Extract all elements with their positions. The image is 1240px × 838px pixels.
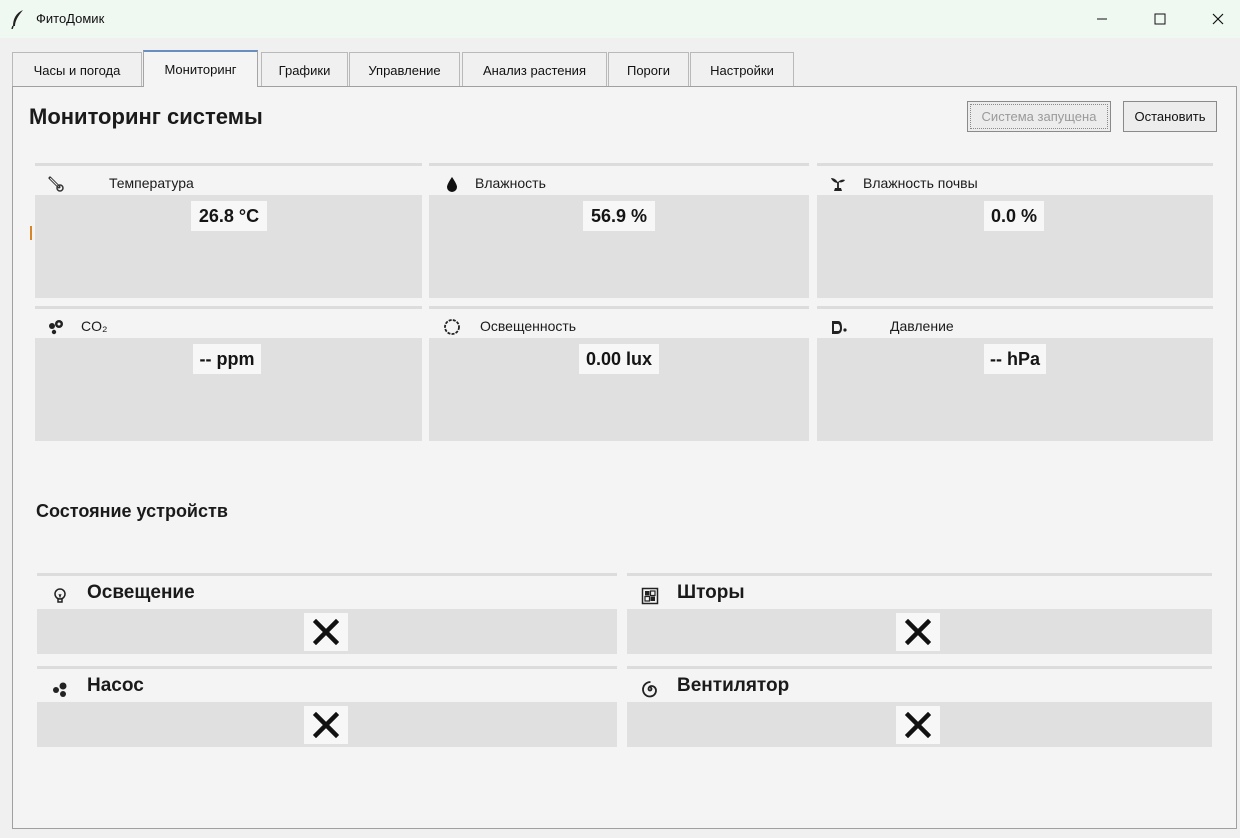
tab-clock-weather[interactable]: Часы и погода — [12, 52, 142, 87]
sensor-body: 56.9 % — [429, 195, 809, 298]
sensor-value: 56.9 % — [583, 201, 655, 231]
off-cross-icon — [905, 619, 931, 645]
device-header: Освещение — [37, 573, 617, 609]
device-state-toggle[interactable] — [896, 613, 940, 651]
sensor-card-soil-moisture: Влажность почвы 0.0 % — [817, 163, 1213, 298]
sensor-label: Температура — [109, 175, 194, 191]
sensor-value: 0.0 % — [984, 201, 1044, 231]
minimize-button[interactable] — [1073, 0, 1131, 38]
pump-icon — [53, 682, 67, 697]
focus-marker — [30, 226, 32, 240]
gauge-icon — [832, 321, 847, 334]
sensor-header: Освещенность — [429, 306, 809, 338]
sensor-label: CO₂ — [81, 318, 108, 334]
off-cross-icon — [905, 712, 931, 738]
sensor-header: Давление — [817, 306, 1213, 338]
close-button[interactable] — [1189, 0, 1240, 38]
off-cross-icon — [313, 619, 339, 645]
device-body — [37, 702, 617, 747]
tab-plant-analysis[interactable]: Анализ растения — [462, 52, 607, 87]
system-status-button[interactable]: Система запущена — [967, 101, 1111, 132]
device-header: Насос — [37, 666, 617, 702]
sensor-card-illuminance: Освещенность 0.00 lux — [429, 306, 809, 441]
device-label: Насос — [87, 675, 144, 696]
sensor-label: Освещенность — [480, 318, 577, 334]
device-state-toggle[interactable] — [896, 706, 940, 744]
sensor-header: Температура — [35, 163, 422, 195]
stop-button[interactable]: Остановить — [1123, 101, 1217, 132]
window-title: ФитоДомик — [36, 11, 105, 26]
device-header: Вентилятор — [627, 666, 1212, 702]
device-card-lighting: Освещение — [37, 573, 617, 655]
sensor-body: 0.00 lux — [429, 338, 809, 441]
sensor-label: Влажность почвы — [863, 175, 978, 191]
device-label: Шторы — [677, 582, 745, 603]
sensor-body: -- hPa — [817, 338, 1213, 441]
device-state-toggle[interactable] — [304, 706, 348, 744]
device-state-toggle[interactable] — [304, 613, 348, 651]
device-card-curtains: Шторы — [627, 573, 1212, 655]
sensor-body: -- ppm — [35, 338, 422, 441]
droplet-icon — [447, 177, 457, 192]
tab-control[interactable]: Управление — [349, 52, 460, 87]
sensor-header: Влажность почвы — [817, 163, 1213, 195]
device-body — [627, 609, 1212, 654]
device-body — [37, 609, 617, 654]
device-header: Шторы — [627, 573, 1212, 609]
sensor-card-pressure: Давление -- hPa — [817, 306, 1213, 441]
sensor-header: CO₂ — [35, 306, 422, 338]
tab-charts[interactable]: Графики — [261, 52, 348, 87]
sensor-label: Влажность — [475, 175, 546, 191]
feather-icon — [11, 10, 23, 29]
maximize-button[interactable] — [1131, 0, 1189, 38]
sensor-value: -- hPa — [984, 344, 1046, 374]
tab-monitoring[interactable]: Мониторинг — [143, 50, 258, 87]
devices-section-title: Состояние устройств — [36, 501, 228, 521]
device-card-pump: Насос — [37, 666, 617, 748]
device-label: Освещение — [87, 582, 195, 603]
fan-icon — [642, 681, 657, 698]
seedling-icon — [831, 178, 845, 191]
minimize-icon — [1097, 18, 1107, 20]
device-body — [627, 702, 1212, 747]
tab-settings[interactable]: Настройки — [690, 52, 794, 87]
sensor-label: Давление — [890, 318, 954, 334]
sensor-header: Влажность — [429, 163, 809, 195]
close-icon — [1212, 13, 1224, 25]
sensor-card-humidity: Влажность 56.9 % — [429, 163, 809, 298]
maximize-icon — [1154, 13, 1166, 25]
title-bar: ФитоДомик — [0, 0, 1240, 38]
molecule-icon — [49, 320, 63, 335]
sensor-body: 0.0 % — [817, 195, 1213, 298]
device-label: Вентилятор — [677, 675, 790, 696]
device-card-fan: Вентилятор — [627, 666, 1212, 748]
sensor-card-temperature: Температура 26.8 °C — [35, 163, 422, 298]
tab-thresholds[interactable]: Пороги — [608, 52, 689, 87]
off-cross-icon — [313, 712, 339, 738]
sensor-card-co2: CO₂ -- ppm — [35, 306, 422, 441]
thermometer-icon — [48, 176, 64, 192]
sensor-body: 26.8 °C — [35, 195, 422, 298]
curtains-icon — [641, 587, 659, 605]
bulb-icon — [54, 588, 66, 603]
sensor-value: 0.00 lux — [579, 344, 659, 374]
page-title: Мониторинг системы — [29, 104, 263, 129]
sensor-value: 26.8 °C — [191, 201, 267, 231]
sun-icon — [444, 319, 460, 335]
sensor-value: -- ppm — [193, 344, 261, 374]
